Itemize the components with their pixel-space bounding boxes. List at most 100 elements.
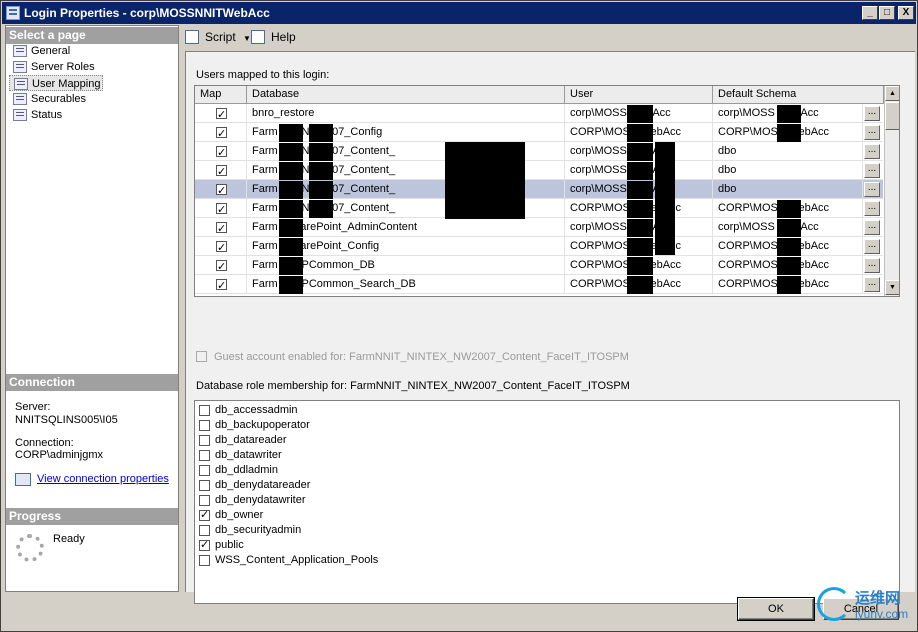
schema-browse-button[interactable]: ...	[864, 201, 880, 216]
guest-account-option[interactable]: Guest account enabled for: FarmNNIT_NINT…	[196, 351, 629, 363]
column-header-default-schema[interactable]: Default Schema	[713, 86, 884, 104]
schema-browse-button[interactable]: ...	[864, 182, 880, 197]
table-row[interactable]: Farm _SharePoint_ConfigCORP\MOSS WebAccC…	[195, 237, 883, 256]
role-checkbox[interactable]	[199, 405, 210, 416]
progress-status: Ready	[53, 533, 85, 545]
role-checkbox[interactable]	[199, 480, 210, 491]
page-item-label: User Mapping	[32, 78, 101, 90]
role-checkbox[interactable]	[199, 435, 210, 446]
map-checkbox[interactable]	[216, 258, 227, 275]
table-row[interactable]: Farm _SSPCommon_DBCORP\MOSS WebAccCORP\M…	[195, 256, 883, 275]
chevron-down-icon[interactable]: ▼	[243, 34, 251, 43]
role-item[interactable]: db_denydatareader	[199, 478, 310, 493]
map-cell	[195, 180, 247, 199]
ok-button[interactable]: OK	[737, 597, 815, 621]
column-header-map[interactable]: Map	[195, 86, 247, 104]
role-item[interactable]: public	[199, 538, 244, 553]
role-membership-list[interactable]: db_accessadmin db_backupoperator db_datare…	[194, 400, 900, 604]
role-item[interactable]: db_accessadmin	[199, 403, 298, 418]
page-item-server-roles[interactable]: Server Roles	[9, 59, 95, 75]
role-label: WSS_Content_Application_Pools	[215, 554, 379, 566]
table-row[interactable]: bnro_restorecorp\MOSS WebAcccorp\MOSS We…	[195, 104, 883, 123]
role-label: db_securityadmin	[215, 524, 302, 536]
table-row[interactable]: Farm _SharePoint_AdminContentcorp\MOSS W…	[195, 218, 883, 237]
watermark: 运维网 iyunv.com	[817, 587, 915, 627]
map-checkbox[interactable]	[216, 239, 227, 256]
close-button[interactable]: X	[898, 6, 914, 20]
user-mapping-panel: Users mapped to this login: Map Database…	[185, 51, 915, 604]
guest-account-checkbox[interactable]	[196, 351, 207, 362]
role-checkbox[interactable]	[199, 525, 210, 536]
scroll-up-arrow-icon[interactable]: ▲	[885, 86, 899, 101]
column-header-database[interactable]: Database	[247, 86, 565, 104]
page-item-status[interactable]: Status	[9, 107, 62, 123]
schema-browse-button[interactable]: ...	[864, 163, 880, 178]
default-schema-cell[interactable]: dbo	[713, 161, 863, 180]
schema-browse-button[interactable]: ...	[864, 258, 880, 273]
role-item[interactable]: db_owner	[199, 508, 263, 523]
page-item-user-mapping[interactable]: User Mapping	[9, 75, 104, 91]
view-connection-link[interactable]: View connection properties	[37, 473, 169, 485]
redaction-block	[627, 143, 653, 161]
role-checkbox[interactable]	[199, 465, 210, 476]
table-row[interactable]: Farm EX_NW2007_Content_corp\MOSS WebAccd…	[195, 142, 883, 161]
role-checkbox[interactable]	[199, 508, 210, 523]
schema-browse-button[interactable]: ...	[864, 125, 880, 140]
schema-browse-button[interactable]: ...	[864, 220, 880, 235]
map-checkbox[interactable]	[216, 106, 227, 123]
role-item[interactable]: db_backupoperator	[199, 418, 310, 433]
map-checkbox[interactable]	[216, 144, 227, 161]
role-checkbox[interactable]	[199, 450, 210, 461]
scroll-thumb[interactable]	[885, 102, 899, 130]
table-row[interactable]: Farm EX_NW2007_Content_corp\MOSS WebAccd…	[195, 161, 883, 180]
grid-vertical-scrollbar[interactable]: ▲ ▼	[884, 86, 899, 296]
help-button[interactable]: Help	[251, 29, 296, 45]
schema-browse-button[interactable]: ...	[864, 106, 880, 121]
table-row[interactable]: Farm EX_NW2007_Content_corp\MOSS WebAccd…	[195, 180, 883, 199]
page-item-securables[interactable]: Securables	[9, 91, 86, 107]
default-schema-cell[interactable]: dbo	[713, 142, 863, 161]
default-schema-cell[interactable]: dbo	[713, 180, 863, 199]
page-item-general[interactable]: General	[9, 43, 70, 59]
role-item[interactable]: db_ddladmin	[199, 463, 278, 478]
role-item[interactable]: WSS_Content_Application_Pools	[199, 553, 378, 568]
redaction-block	[777, 219, 801, 237]
maximize-button[interactable]: □	[879, 6, 895, 20]
connection-value: CORP\adminjgmx	[15, 449, 104, 461]
map-checkbox[interactable]	[216, 182, 227, 199]
page-icon	[13, 61, 27, 73]
table-row[interactable]: Farm _SSPCommon_Search_DBCORP\MOSS WebAc…	[195, 275, 883, 294]
role-item[interactable]: db_securityadmin	[199, 523, 301, 538]
role-checkbox[interactable]	[199, 555, 210, 566]
role-item[interactable]: db_denydatawriter	[199, 493, 306, 508]
minimize-button[interactable]: _	[862, 6, 878, 20]
schema-browse-button[interactable]: ...	[864, 239, 880, 254]
map-checkbox[interactable]	[216, 201, 227, 218]
table-row[interactable]: Farm EX_NW2007_ConfigCORP\MOSS WebAccCOR…	[195, 123, 883, 142]
map-checkbox[interactable]	[216, 163, 227, 180]
map-checkbox[interactable]	[216, 125, 227, 142]
map-checkbox[interactable]	[216, 277, 227, 294]
column-header-user[interactable]: User	[565, 86, 713, 104]
map-cell	[195, 199, 247, 218]
users-mapped-grid[interactable]: Map Database User Default Schema bnro_re…	[194, 85, 900, 297]
role-checkbox[interactable]	[199, 420, 210, 431]
redaction-block	[777, 105, 801, 123]
page-item-label: General	[31, 45, 71, 57]
role-checkbox[interactable]	[199, 538, 210, 553]
schema-browse-button[interactable]: ...	[864, 277, 880, 292]
schema-browse-button[interactable]: ...	[864, 144, 880, 159]
view-connection-properties[interactable]: View connection properties	[15, 473, 169, 486]
script-button[interactable]: Script ▼	[185, 29, 251, 45]
role-item[interactable]: db_datawriter	[199, 448, 282, 463]
page-item-label: Status	[31, 109, 63, 121]
table-row[interactable]: Farm EX_NW2007_Content_CORP\MOSS WebAccC…	[195, 199, 883, 218]
map-checkbox[interactable]	[216, 220, 227, 237]
title-bar[interactable]: Login Properties - corp\MOSSNNITWebAcc _…	[2, 2, 916, 24]
database-cell[interactable]: bnro_restore	[247, 104, 565, 123]
role-checkbox[interactable]	[199, 495, 210, 506]
scroll-down-arrow-icon[interactable]: ▼	[885, 280, 899, 295]
connection-properties-icon	[15, 473, 31, 486]
role-item[interactable]: db_datareader	[199, 433, 287, 448]
page-item-label: Server Roles	[31, 61, 95, 73]
